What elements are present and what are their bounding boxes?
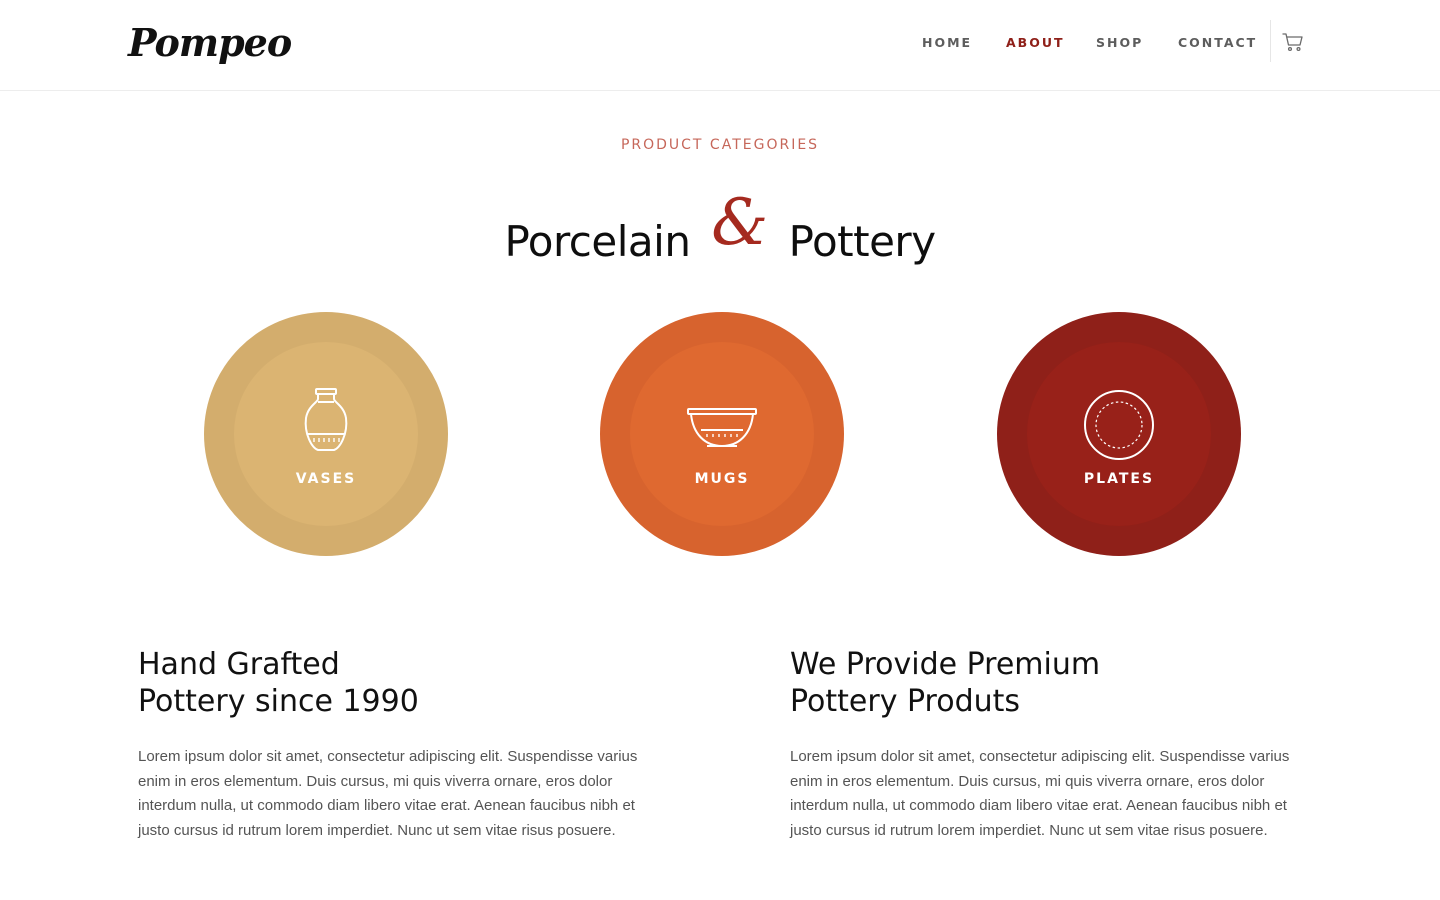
about-block-left: Hand Grafted Pottery since 1990 Lorem ip… [138,646,650,843]
block-right-title: We Provide Premium Pottery Produts [790,646,1302,720]
plate-icon [997,388,1241,466]
title-ampersand: & [711,186,768,260]
about-block-right: We Provide Premium Pottery Produts Lorem… [790,646,1302,843]
category-plates[interactable]: PLATES [997,312,1241,556]
section-eyebrow: PRODUCT CATEGORIES [620,137,820,153]
nav-about-link[interactable]: ABOUT [1006,35,1065,50]
block-right-body: Lorem ipsum dolor sit amet, consectetur … [790,748,1290,839]
nav-home-link[interactable]: HOME [922,35,972,50]
category-mugs[interactable]: MUGS [600,312,844,556]
cart-icon[interactable] [1282,31,1304,53]
nav-shop-link[interactable]: SHOP [1096,35,1143,50]
category-mugs-label: MUGS [694,471,750,487]
block-right-title-line2: Pottery Produts [790,684,1021,719]
section-title: Porcelain & Pottery [0,186,1440,272]
title-part-porcelain: Porcelain [504,217,691,266]
category-plates-label: PLATES [1083,471,1155,487]
block-left-title-line1: Hand Grafted [138,647,340,682]
title-part-pottery: Pottery [788,217,936,266]
block-left-body: Lorem ipsum dolor sit amet, consectetur … [138,748,638,839]
block-left-title-line2: Pottery since 1990 [138,684,419,719]
vase-icon [204,386,448,464]
block-left-title: Hand Grafted Pottery since 1990 [138,646,650,720]
nav-contact-link[interactable]: CONTACT [1178,35,1257,50]
block-right-title-line1: We Provide Premium [790,647,1101,682]
nav-divider [1270,20,1271,62]
category-vases[interactable]: VASES [204,312,448,556]
site-header: Pompeo HOME ABOUT SHOP CONTACT [0,0,1440,91]
main-nav: HOME ABOUT SHOP CONTACT [0,35,1440,53]
category-vases-label: VASES [295,471,357,487]
